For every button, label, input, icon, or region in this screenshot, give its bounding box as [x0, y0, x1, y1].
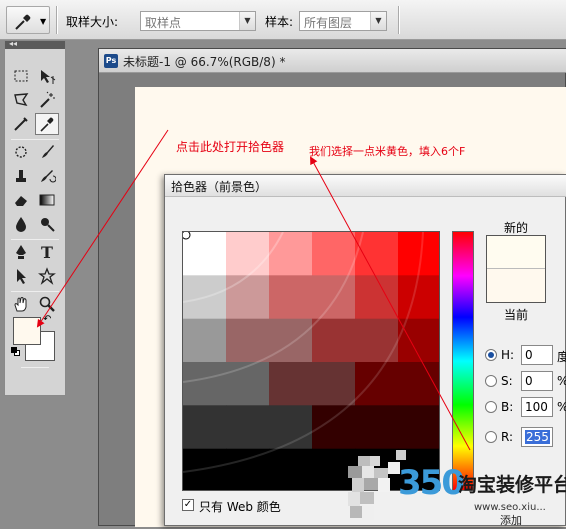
arrow-to-instruction	[310, 156, 471, 451]
arrow-to-swatch	[36, 129, 169, 328]
watermark-number: 350	[398, 463, 465, 503]
annotation-arrows	[36, 129, 471, 451]
watermark-brand: 淘宝装修平台	[458, 474, 566, 496]
annotation-open-picker: 点击此处打开拾色器	[176, 140, 285, 154]
annotation-instruction: 我们选择一点米黄色，填入6个F	[309, 145, 466, 158]
watermark-logo: 350 淘宝装修平台 www.seo.xiu... 添加	[396, 462, 566, 527]
